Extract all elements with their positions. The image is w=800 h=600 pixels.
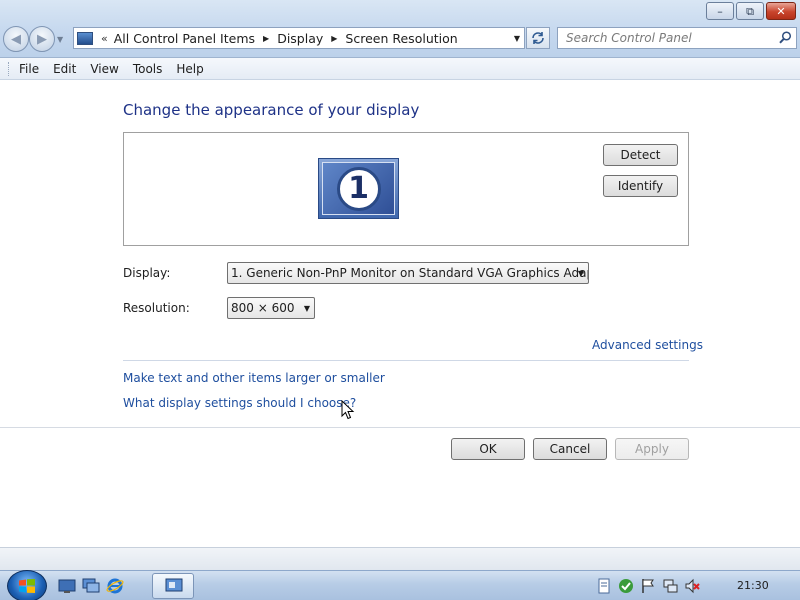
display-label: Display: <box>123 266 171 280</box>
switch-windows-icon[interactable] <box>82 577 100 595</box>
control-panel-icon <box>165 578 183 592</box>
network-icon[interactable] <box>662 578 678 594</box>
search-input[interactable] <box>566 31 776 45</box>
recent-pages-dropdown-icon[interactable]: ▼ <box>57 35 63 44</box>
address-bar[interactable]: « All Control Panel Items ▶ Display ▶ Sc… <box>73 27 525 49</box>
display-settings-help-link[interactable]: What display settings should I choose? <box>123 396 356 410</box>
system-clock[interactable]: 21:30 <box>737 579 769 592</box>
button-row-divider <box>0 427 800 428</box>
chevron-down-icon: ▼ <box>303 304 310 313</box>
volume-muted-icon[interactable] <box>684 578 700 594</box>
control-panel-icon <box>77 31 93 45</box>
taskbar: 21:30 <box>0 570 800 600</box>
detect-button[interactable]: Detect <box>603 144 678 166</box>
section-divider <box>123 360 689 361</box>
text-size-link[interactable]: Make text and other items larger or smal… <box>123 371 385 385</box>
cancel-button[interactable]: Cancel <box>533 438 607 460</box>
forward-button[interactable]: ▶ <box>29 26 55 52</box>
action-center-flag-icon[interactable] <box>640 578 656 594</box>
internet-explorer-icon[interactable] <box>106 577 124 595</box>
status-bar <box>0 547 800 570</box>
breadcrumb-screen-resolution[interactable]: Screen Resolution <box>345 31 457 46</box>
advanced-settings-link[interactable]: Advanced settings <box>592 338 703 352</box>
resolution-label: Resolution: <box>123 301 190 315</box>
monitor-number: 1 <box>336 166 381 211</box>
address-overflow-chevron[interactable]: « <box>101 32 108 45</box>
display-preview: 1 Detect Identify <box>123 132 689 246</box>
system-tray <box>596 577 700 595</box>
menu-grip <box>8 61 11 76</box>
breadcrumb-separator-icon[interactable]: ▶ <box>263 34 269 43</box>
breadcrumb-separator-icon[interactable]: ▶ <box>331 34 337 43</box>
minimize-button[interactable]: – <box>706 2 734 20</box>
document-icon[interactable] <box>596 578 612 594</box>
menu-tools[interactable]: Tools <box>133 62 163 76</box>
window-chrome: – ⧉ ✕ ◀ ▶ ▼ « All Control Panel Items ▶ … <box>0 0 800 58</box>
refresh-button[interactable] <box>526 27 550 49</box>
close-button[interactable]: ✕ <box>766 2 796 20</box>
monitor-screen: 1 <box>322 162 395 215</box>
address-dropdown-icon[interactable]: ▼ <box>514 34 520 43</box>
chevron-down-icon: ▼ <box>577 269 584 278</box>
mouse-cursor-icon <box>341 400 355 420</box>
apply-button[interactable]: Apply <box>615 438 689 460</box>
breadcrumb-display[interactable]: Display <box>277 31 323 46</box>
search-icon[interactable] <box>779 31 792 44</box>
menu-file[interactable]: File <box>19 62 39 76</box>
ok-button[interactable]: OK <box>451 438 525 460</box>
menu-help[interactable]: Help <box>176 62 203 76</box>
start-button[interactable] <box>7 570 47 600</box>
display-select[interactable]: 1. Generic Non-PnP Monitor on Standard V… <box>227 262 589 284</box>
monitor-1-icon[interactable]: 1 <box>318 158 399 219</box>
resolution-select[interactable]: 800 × 600 ▼ <box>227 297 315 319</box>
taskbar-control-panel-button[interactable] <box>152 573 194 599</box>
navigation-bar: ◀ ▶ ▼ « All Control Panel Items ▶ Displa… <box>0 26 800 52</box>
window-controls: – ⧉ ✕ <box>706 2 796 20</box>
menu-edit[interactable]: Edit <box>53 62 76 76</box>
back-button[interactable]: ◀ <box>3 26 29 52</box>
display-select-value: 1. Generic Non-PnP Monitor on Standard V… <box>231 266 589 280</box>
menu-bar: File Edit View Tools Help <box>0 58 800 80</box>
show-desktop-icon[interactable] <box>58 577 76 595</box>
identify-button[interactable]: Identify <box>603 175 678 197</box>
maximize-button[interactable]: ⧉ <box>736 2 764 20</box>
search-box[interactable] <box>557 27 797 49</box>
windows-logo-icon <box>19 579 35 593</box>
page-title: Change the appearance of your display <box>123 101 420 119</box>
main-content: Change the appearance of your display 1 … <box>0 81 800 547</box>
resolution-select-value: 800 × 600 <box>231 301 295 315</box>
security-shield-icon[interactable] <box>618 578 634 594</box>
refresh-icon <box>532 32 544 44</box>
breadcrumb-all-control-panel-items[interactable]: All Control Panel Items <box>114 31 255 46</box>
menu-view[interactable]: View <box>90 62 118 76</box>
